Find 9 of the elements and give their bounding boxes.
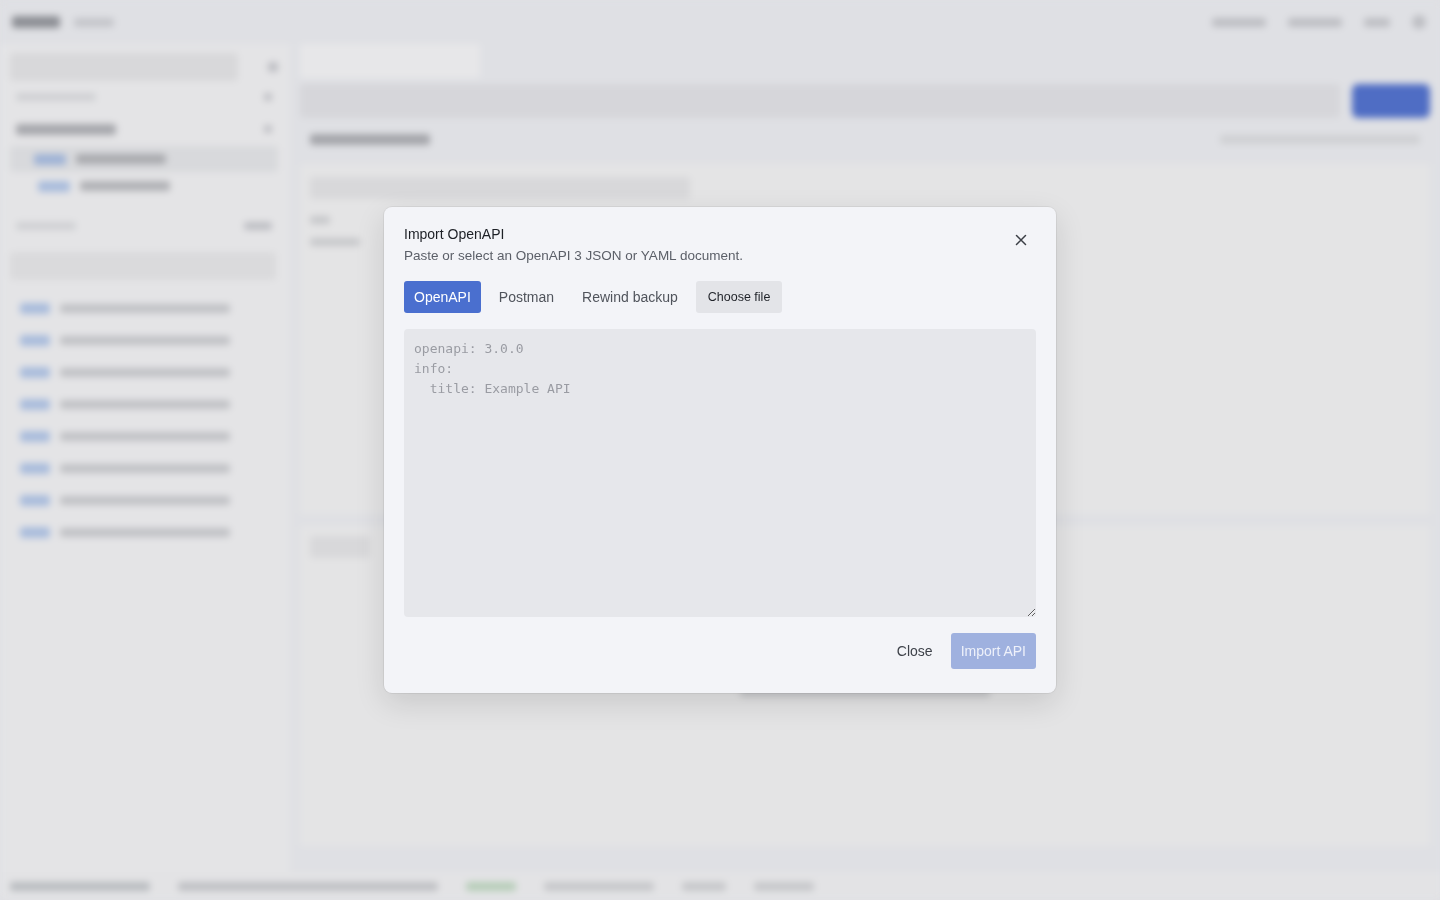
dialog-description: Paste or select an OpenAPI 3 JSON or YAML document.: [404, 247, 743, 265]
document-input-field[interactable]: openapi: 3.0.0 info: title: Example API: [404, 329, 1036, 617]
close-icon[interactable]: [1014, 233, 1028, 247]
format-tab[interactable]: Postman: [488, 281, 565, 313]
close-button[interactable]: Close: [886, 633, 943, 669]
dialog-title: Import OpenAPI: [404, 227, 506, 241]
format-tab[interactable]: OpenAPI: [404, 281, 481, 313]
choose-file-button[interactable]: Choose file: [695, 281, 783, 313]
format-tab[interactable]: Rewind backup: [572, 281, 688, 313]
